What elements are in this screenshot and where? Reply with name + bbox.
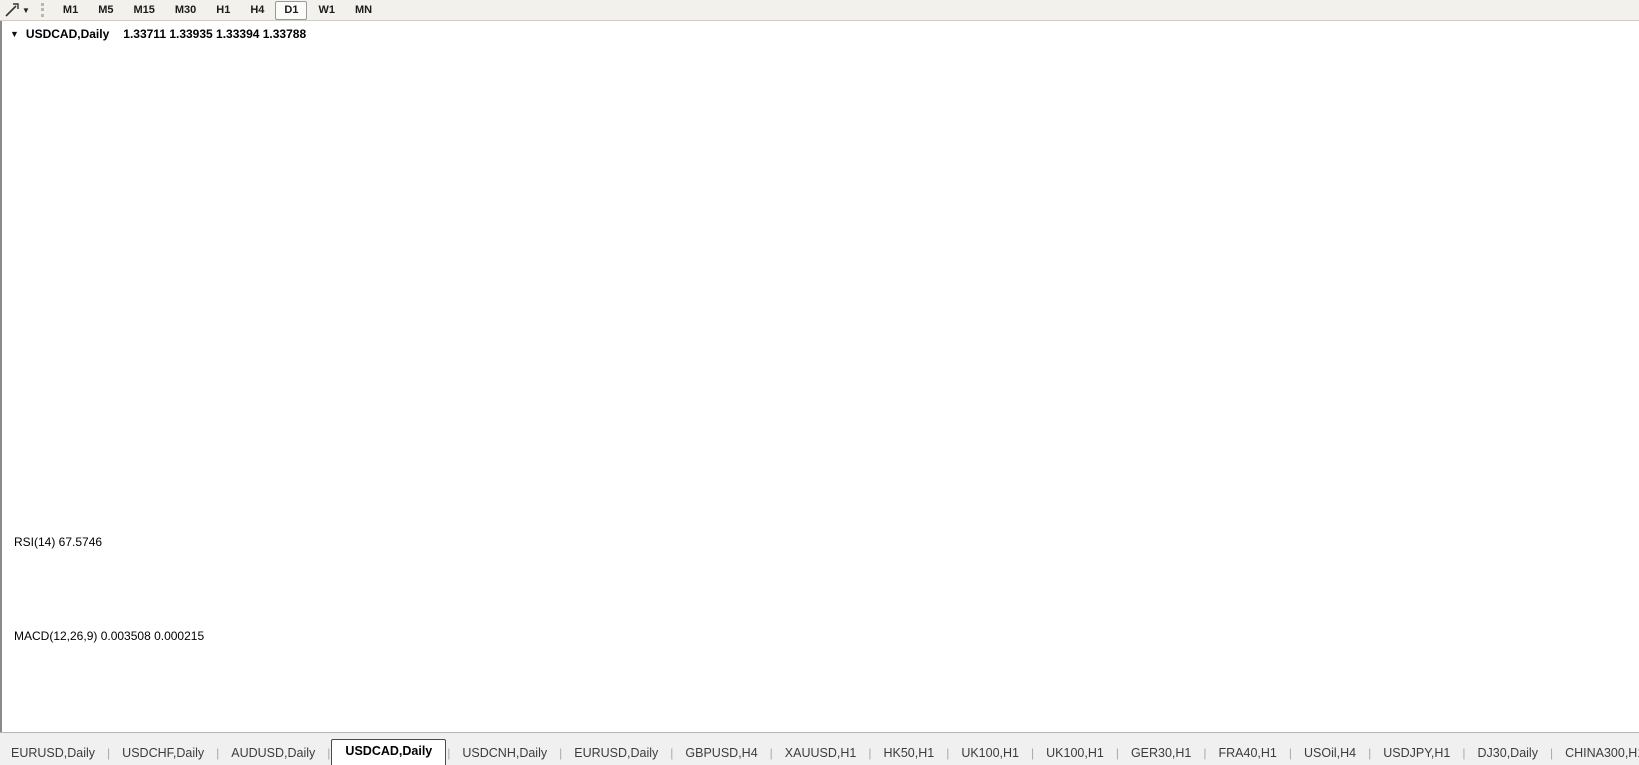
chart-tab-usdcnh-daily[interactable]: USDCNH,Daily	[451, 742, 558, 765]
timeframe-button-m30[interactable]: M30	[166, 1, 205, 20]
symbol-period-label: USDCAD,Daily	[25, 27, 110, 41]
chart-tab-eurusd-daily[interactable]: EURUSD,Daily	[0, 742, 106, 765]
chart-tab-usdcad-daily[interactable]: USDCAD,Daily	[331, 739, 447, 765]
chart-tab-ger30-h1[interactable]: GER30,H1	[1120, 742, 1202, 765]
chart-tab-hk50-h1[interactable]: HK50,H1	[872, 742, 945, 765]
timeframe-button-w1[interactable]: W1	[309, 1, 344, 20]
chart-tab-usdjpy-h1[interactable]: USDJPY,H1	[1372, 742, 1461, 765]
chart-tab-xauusd-h1[interactable]: XAUUSD,H1	[774, 742, 868, 765]
chart-tab-china300-h1[interactable]: CHINA300,H1	[1554, 742, 1639, 765]
ohlc-values: 1.33711 1.33935 1.33394 1.33788	[123, 27, 307, 41]
macd-indicator-label: MACD(12,26,9) 0.003508 0.000215	[14, 629, 205, 643]
timeframe-button-d1[interactable]: D1	[275, 0, 308, 20]
chart-tab-gbpusd-h4[interactable]: GBPUSD,H4	[674, 742, 768, 765]
timeframe-button-m1[interactable]: M1	[54, 1, 87, 20]
chart-tab-uk100-h1[interactable]: UK100,H1	[950, 742, 1030, 765]
rsi-indicator-label: RSI(14) 67.5746	[14, 535, 103, 549]
chevron-down-icon[interactable]: ▼	[22, 6, 30, 15]
timeframe-button-h4[interactable]: H4	[241, 1, 273, 20]
chart-window-frame	[0, 20, 1639, 732]
chart-tab-eurusd-daily[interactable]: EURUSD,Daily	[563, 742, 669, 765]
timeframe-toolbar: ▼ M1 M5 M15 M30 H1 H4 D1 W1 MN	[0, 0, 1639, 21]
timeframe-button-m15[interactable]: M15	[124, 1, 163, 20]
timeframe-button-mn[interactable]: MN	[346, 1, 381, 20]
chart-tab-audusd-daily[interactable]: AUDUSD,Daily	[220, 742, 326, 765]
timeframe-button-m5[interactable]: M5	[89, 1, 122, 20]
chart-tab-fra40-h1[interactable]: FRA40,H1	[1208, 742, 1288, 765]
chart-tab-usdchf-daily[interactable]: USDCHF,Daily	[111, 742, 215, 765]
chart-tab-usoil-h4[interactable]: USOil,H4	[1293, 742, 1367, 765]
collapse-arrow-icon[interactable]: ▼	[10, 29, 19, 39]
chart-tabs-bar: EURUSD,Daily | USDCHF,Daily | AUDUSD,Daily | U…	[0, 732, 1639, 765]
toolbar-grip-handle[interactable]	[40, 3, 47, 17]
chart-tool-button[interactable]: ▼	[2, 2, 33, 18]
timeframe-buttons: M1 M5 M15 M30 H1 H4 D1 W1 MN	[53, 0, 382, 20]
chart-tab-uk100-h1[interactable]: UK100,H1	[1035, 742, 1115, 765]
crosshair-tool-icon	[5, 3, 19, 17]
mt4-window: ▼ M1 M5 M15 M30 H1 H4 D1 W1 MN ▼ USDCAD,Daily 1.…	[0, 0, 1639, 765]
chart-title: ▼ USDCAD,Daily 1.33711 1.33935 1.33394 1…	[10, 27, 306, 41]
timeframe-button-h1[interactable]: H1	[207, 1, 239, 20]
chart-tab-dj30-daily[interactable]: DJ30,Daily	[1467, 742, 1549, 765]
